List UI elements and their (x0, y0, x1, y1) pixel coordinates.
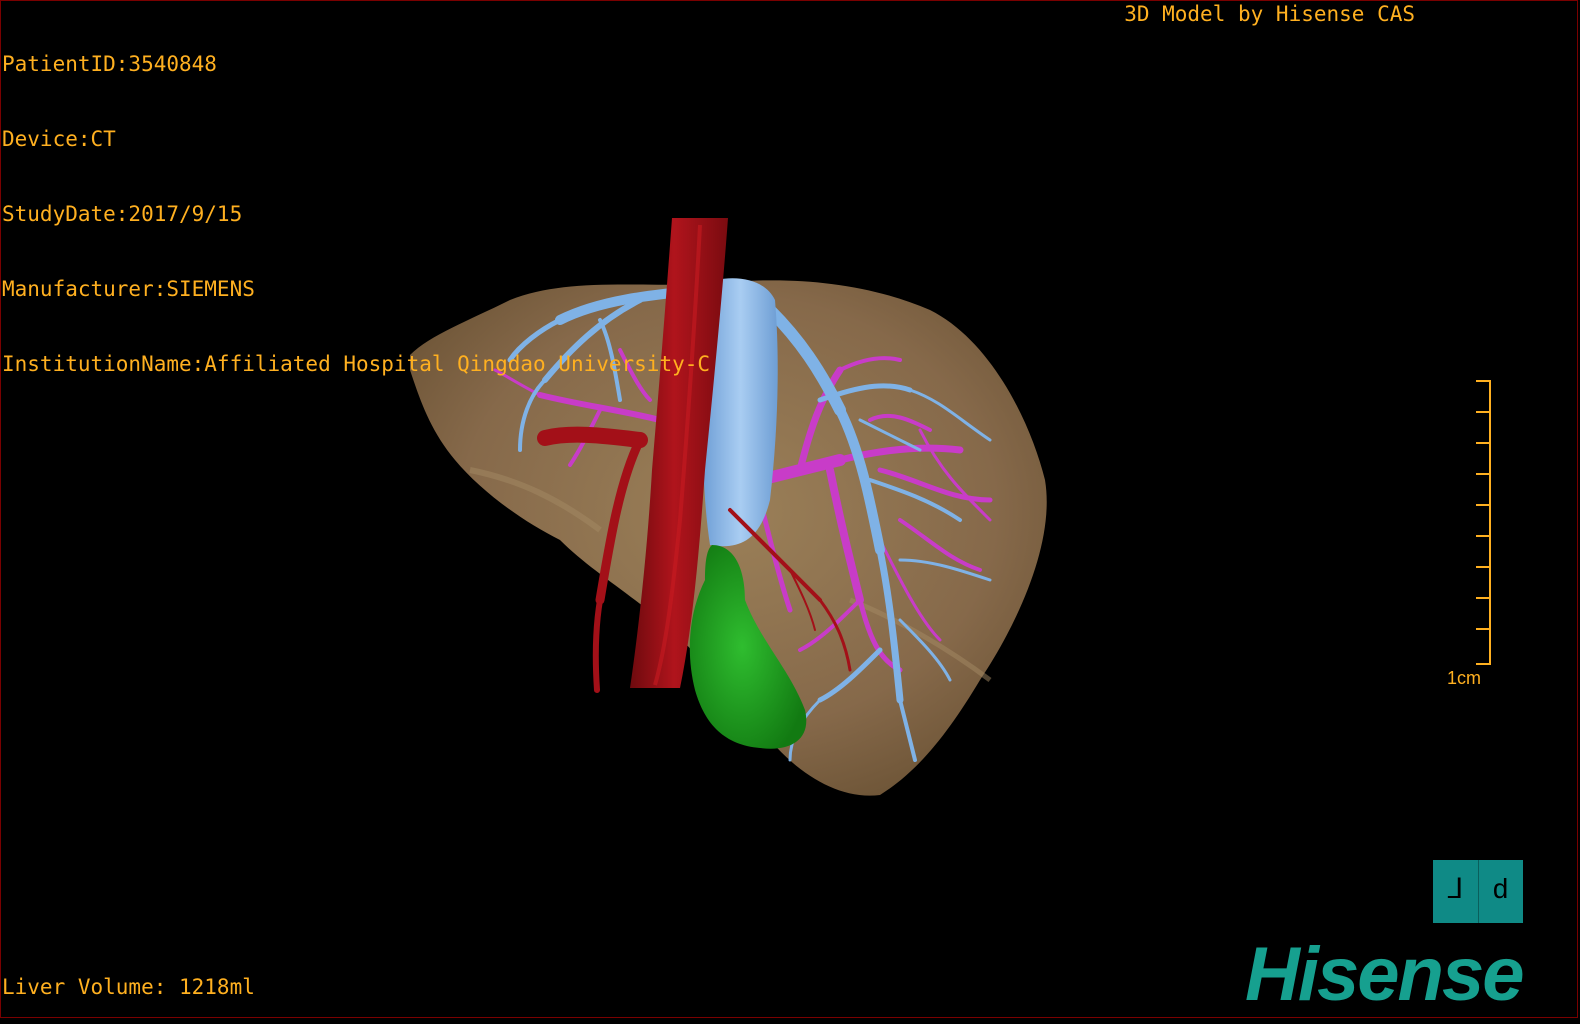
orientation-cube[interactable]: ⅃ d (1433, 860, 1523, 923)
study-date: StudyDate:2017/9/15 (2, 202, 243, 226)
orientation-right-icon: d (1492, 876, 1509, 907)
scale-label: 1cm (1447, 668, 1482, 688)
brand-logo: Hisense (1245, 932, 1524, 1017)
institution-name: InstitutionName:Affiliated Hospital Qing… (2, 352, 711, 376)
dicom-header: PatientID:3540848 Device:CT StudyDate:20… (2, 2, 710, 402)
patient-id: PatientID:3540848 (2, 52, 217, 76)
manufacturer: Manufacturer:SIEMENS (2, 277, 255, 301)
model-credit: 3D Model by Hisense CAS (1124, 2, 1415, 26)
orientation-left-icon: ⅃ (1447, 876, 1464, 907)
liver-volume: Liver Volume: 1218ml (2, 975, 255, 999)
scale-bar (1476, 380, 1491, 665)
device: Device:CT (2, 127, 116, 151)
